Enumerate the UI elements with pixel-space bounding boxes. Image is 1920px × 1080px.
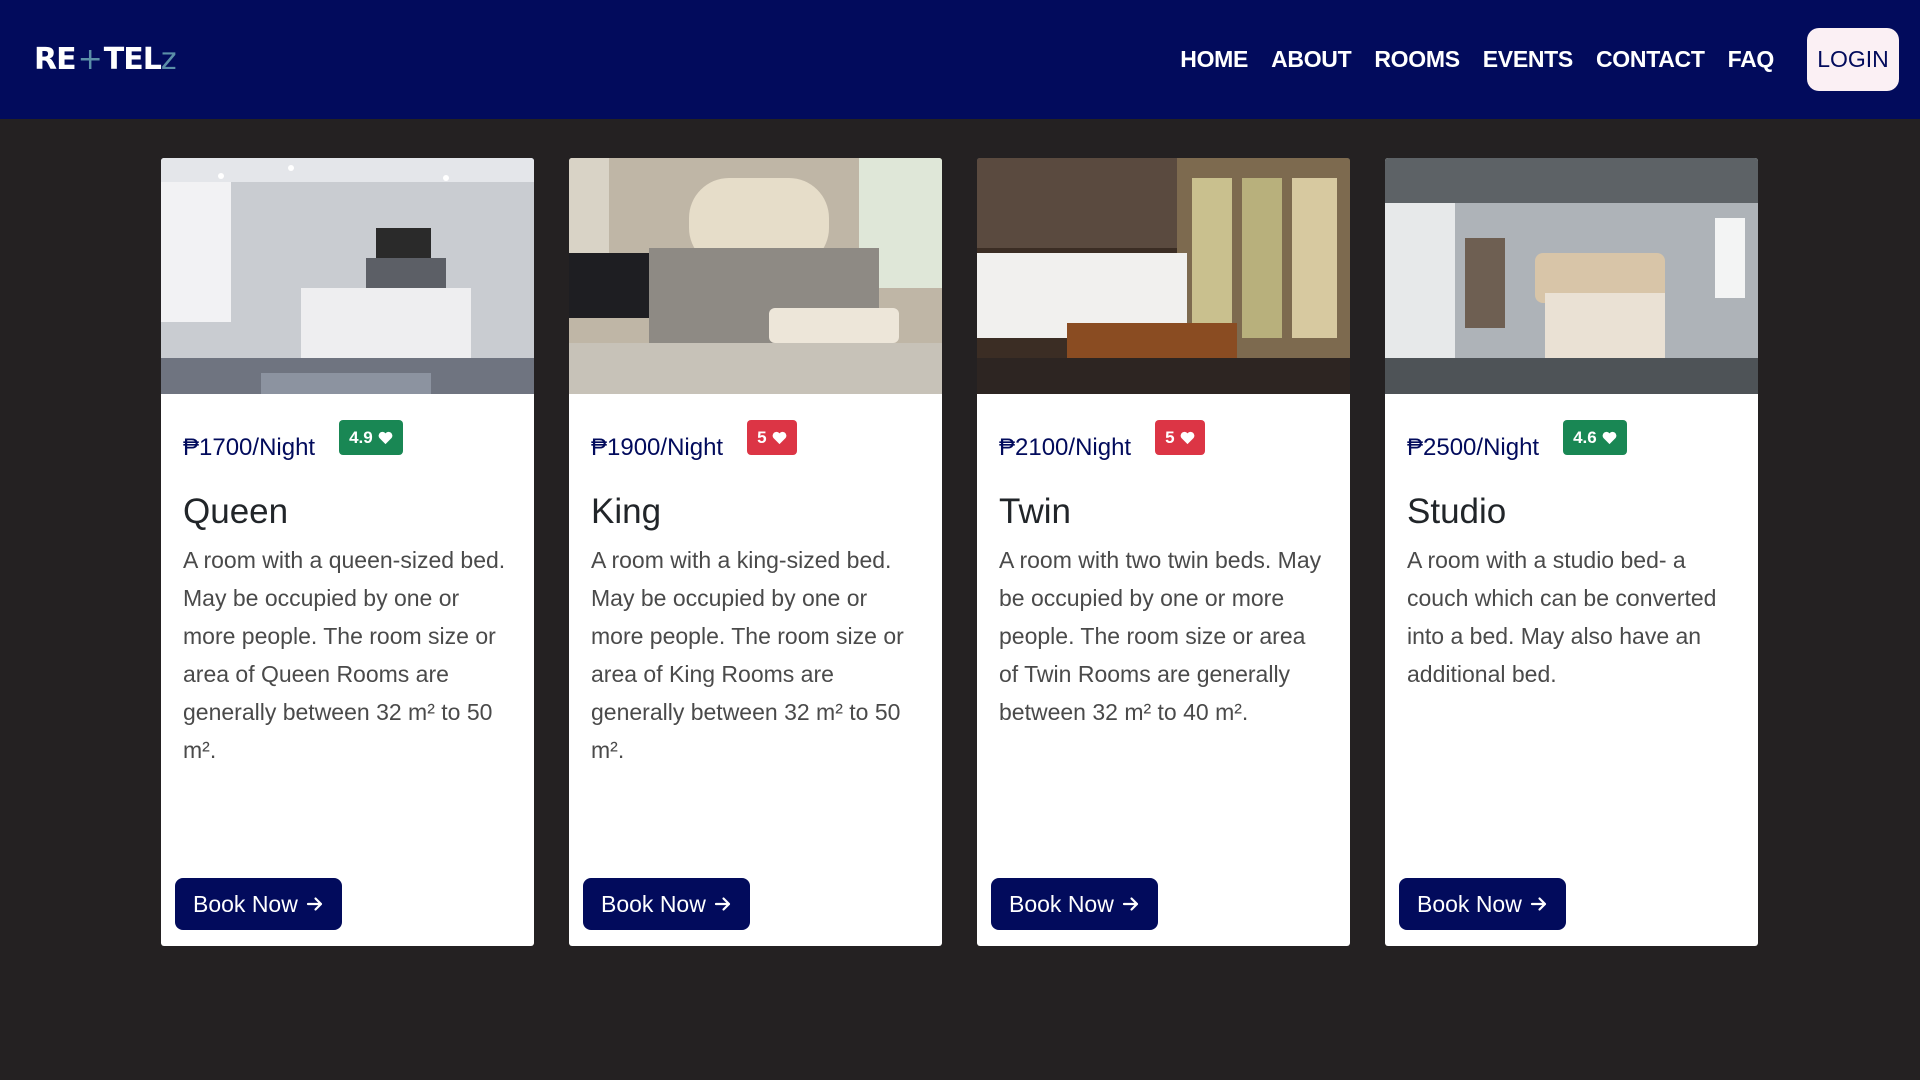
rating-badge: 4.9 bbox=[339, 420, 403, 455]
book-now-button[interactable]: Book Now bbox=[175, 878, 342, 930]
rating-badge: 4.6 bbox=[1563, 420, 1627, 455]
room-image-studio bbox=[1385, 158, 1758, 394]
rating-value: 4.6 bbox=[1573, 427, 1597, 447]
room-description: A room with a queen-sized bed. May be oc… bbox=[183, 547, 506, 763]
nav-link-events[interactable]: EVENTS bbox=[1483, 46, 1574, 73]
room-description: A room with a studio bed- a couch which … bbox=[1407, 547, 1717, 687]
nav-link-rooms[interactable]: ROOMS bbox=[1374, 46, 1460, 73]
rating-badge: 5 bbox=[747, 420, 797, 455]
room-card-king: ₱1900/Night 5 King A room with a king-si… bbox=[569, 158, 942, 946]
heart-icon bbox=[1180, 431, 1194, 444]
brand-z: z bbox=[160, 42, 177, 77]
room-card-twin: ₱2100/Night 5 Twin A room with two twin … bbox=[977, 158, 1350, 946]
brand-re: RE bbox=[34, 42, 77, 77]
room-image-queen bbox=[161, 158, 534, 394]
brand-tel: TEL bbox=[103, 42, 162, 77]
card-body: ₱1700/Night 4.9 Queen A room with a quee… bbox=[161, 420, 534, 769]
heart-icon bbox=[378, 431, 393, 444]
brand-logo[interactable]: RE + TEL z bbox=[34, 42, 177, 77]
room-price: ₱1700/Night bbox=[183, 434, 316, 461]
heart-icon bbox=[1602, 431, 1617, 444]
room-cards: ₱1700/Night 4.9 Queen A room with a quee… bbox=[161, 158, 1758, 946]
room-title: Studio bbox=[1407, 492, 1507, 531]
rating-value: 4.9 bbox=[349, 427, 373, 447]
room-description: A room with two twin beds. May be occupi… bbox=[999, 547, 1322, 725]
room-image-twin bbox=[977, 158, 1350, 394]
room-price: ₱2500/Night bbox=[1407, 434, 1540, 461]
nav-right: HOME ABOUT ROOMS EVENTS CONTACT FAQ LOGI… bbox=[1180, 28, 1899, 91]
room-description: A room with a king-sized bed. May be occ… bbox=[591, 547, 904, 763]
book-now-label: Book Now bbox=[1417, 890, 1522, 917]
price-row: ₱2100/Night 5 bbox=[999, 420, 1328, 470]
card-body: ₱2500/Night 4.6 Studio A room with a stu… bbox=[1385, 420, 1758, 693]
login-button[interactable]: LOGIN bbox=[1807, 28, 1899, 91]
nav-link-about[interactable]: ABOUT bbox=[1271, 46, 1352, 73]
book-now-button[interactable]: Book Now bbox=[1399, 878, 1566, 930]
room-price: ₱1900/Night bbox=[591, 434, 724, 461]
heart-icon bbox=[772, 431, 786, 444]
rating-badge: 5 bbox=[1155, 420, 1205, 455]
price-row: ₱1700/Night 4.9 bbox=[183, 420, 512, 470]
room-price: ₱2100/Night bbox=[999, 434, 1132, 461]
book-now-label: Book Now bbox=[601, 890, 706, 917]
card-body: ₱2100/Night 5 Twin A room with two twin … bbox=[977, 420, 1350, 731]
nav-link-contact[interactable]: CONTACT bbox=[1596, 46, 1705, 73]
book-now-button[interactable]: Book Now bbox=[583, 878, 750, 930]
price-row: ₱2500/Night 4.6 bbox=[1407, 420, 1736, 470]
brand-plus: + bbox=[77, 42, 103, 77]
room-title: Twin bbox=[999, 492, 1071, 531]
rating-value: 5 bbox=[1165, 427, 1175, 447]
nav-links: HOME ABOUT ROOMS EVENTS CONTACT FAQ bbox=[1180, 46, 1774, 73]
navbar: RE + TEL z HOME ABOUT ROOMS EVENTS CONTA… bbox=[0, 0, 1920, 119]
price-row: ₱1900/Night 5 bbox=[591, 420, 920, 470]
book-now-button[interactable]: Book Now bbox=[991, 878, 1158, 930]
nav-link-home[interactable]: HOME bbox=[1180, 46, 1248, 73]
room-title: King bbox=[591, 492, 662, 531]
nav-link-faq[interactable]: FAQ bbox=[1728, 46, 1775, 73]
card-body: ₱1900/Night 5 King A room with a king-si… bbox=[569, 420, 942, 769]
rating-value: 5 bbox=[757, 427, 767, 447]
room-card-studio: ₱2500/Night 4.6 Studio A room with a stu… bbox=[1385, 158, 1758, 946]
room-image-king bbox=[569, 158, 942, 394]
arrow-right-icon bbox=[1530, 897, 1546, 911]
arrow-right-icon bbox=[714, 897, 730, 911]
book-now-label: Book Now bbox=[193, 890, 298, 917]
arrow-right-icon bbox=[306, 897, 322, 911]
room-card-queen: ₱1700/Night 4.9 Queen A room with a quee… bbox=[161, 158, 534, 946]
book-now-label: Book Now bbox=[1009, 890, 1114, 917]
arrow-right-icon bbox=[1122, 897, 1138, 911]
room-title: Queen bbox=[183, 492, 289, 531]
